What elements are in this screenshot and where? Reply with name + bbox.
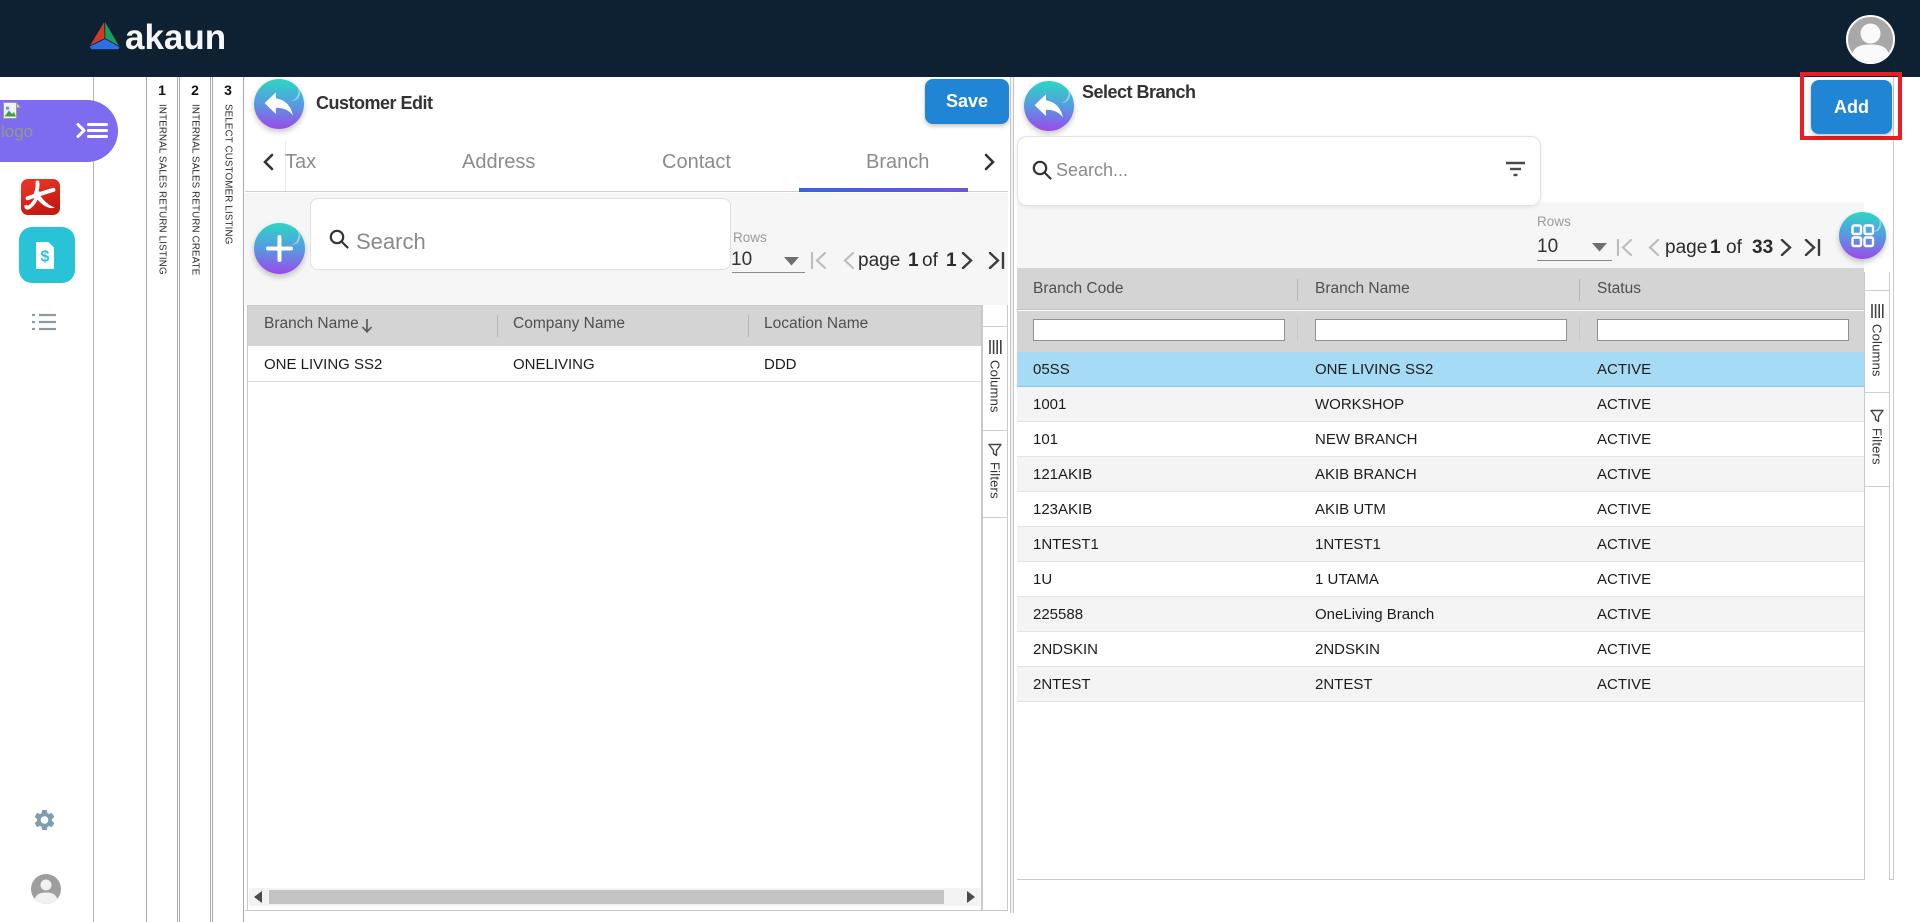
svg-text:$: $ <box>41 249 50 266</box>
